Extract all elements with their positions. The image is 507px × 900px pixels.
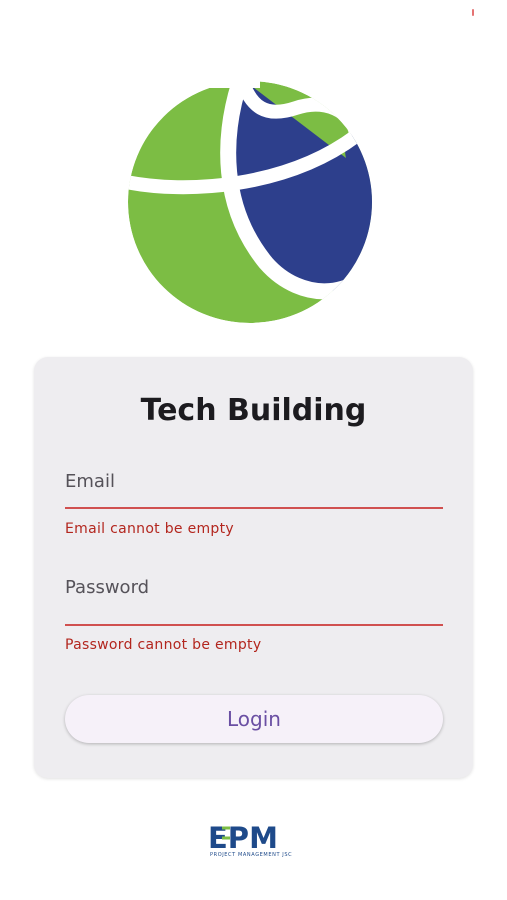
footer-tagline: PROJECT MANAGEMENT JSC: [210, 852, 293, 858]
email-error: Email cannot be empty: [65, 521, 234, 537]
login-card: Tech Building Email Email cannot be empt…: [34, 357, 473, 778]
status-indicator: [472, 9, 474, 16]
email-field[interactable]: Email Email cannot be empty: [65, 467, 443, 537]
password-field[interactable]: Password Password cannot be empty: [65, 573, 443, 653]
footer-logo-text: EPM: [208, 822, 278, 852]
password-label: Password: [65, 577, 150, 598]
password-error: Password cannot be empty: [65, 637, 262, 653]
email-label: Email: [65, 471, 115, 492]
app-logo-icon: [126, 78, 372, 323]
password-underline: [65, 624, 443, 626]
page-title: Tech Building: [140, 393, 367, 428]
epm-logo-icon: EPM: [208, 821, 278, 855]
login-button[interactable]: Login: [65, 695, 443, 743]
footer-logo: EPM PROJECT MANAGEMENT JSC: [208, 821, 300, 862]
email-underline: [65, 507, 443, 509]
